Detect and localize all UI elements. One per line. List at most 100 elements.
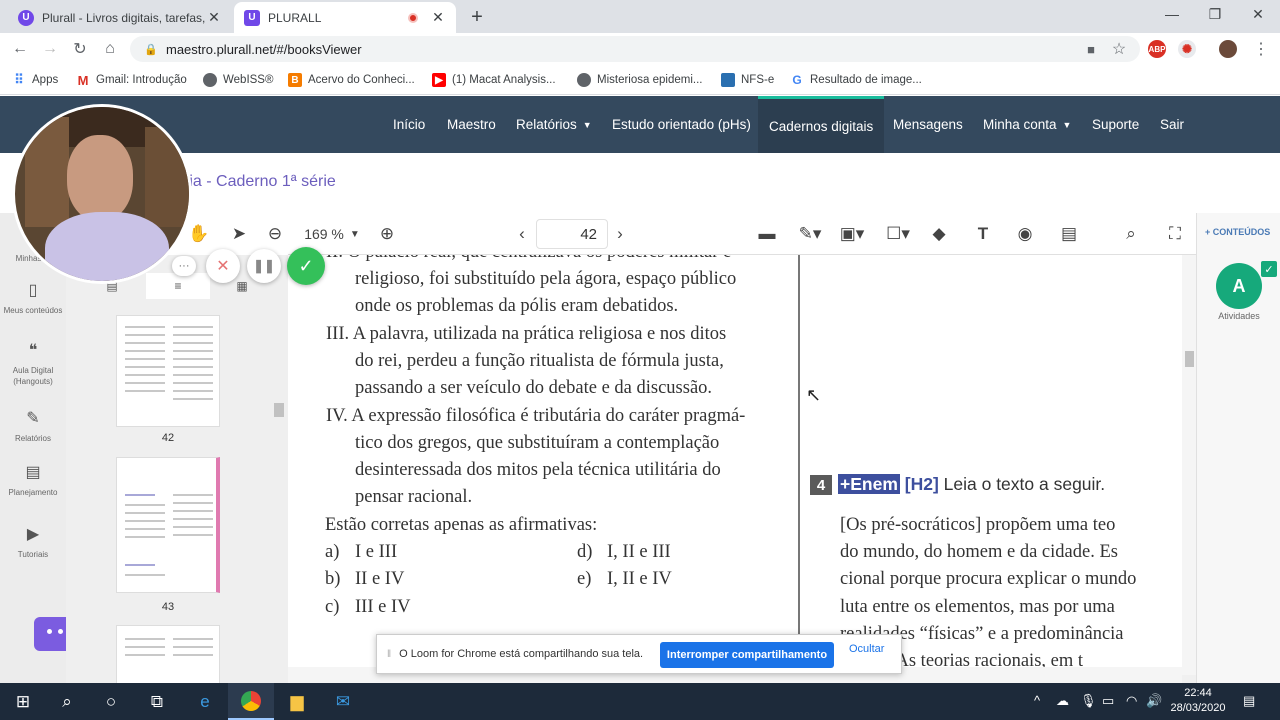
eraser-icon[interactable]: ◆: [928, 223, 950, 245]
previous-page-icon[interactable]: ‹: [512, 223, 532, 245]
more-options-icon[interactable]: ···: [172, 256, 196, 276]
atividades-button[interactable]: A: [1216, 263, 1262, 309]
sidebar-item-planejamento[interactable]: ▤ Planejamento: [0, 461, 66, 498]
text-tool-icon[interactable]: T: [972, 223, 994, 245]
close-tab-icon[interactable]: ✕: [430, 9, 446, 26]
bookmark-star-icon[interactable]: ☆: [1108, 38, 1130, 60]
nav-maestro[interactable]: Maestro: [447, 96, 496, 153]
scrollbar-thumb[interactable]: [1185, 351, 1194, 367]
page-thumbnail-number: 42: [161, 432, 175, 444]
bookmark-acervo[interactable]: B Acervo do Conheci...: [288, 71, 415, 89]
fullscreen-icon[interactable]: ⛶: [1164, 223, 1186, 245]
onedrive-icon[interactable]: ☁: [1056, 693, 1069, 709]
menu-dots-icon[interactable]: ⋮: [1250, 38, 1272, 60]
camera-icon[interactable]: ■: [1080, 38, 1102, 60]
windows-start-icon[interactable]: ⊞: [0, 683, 46, 720]
tray-chevron-icon[interactable]: ^: [1034, 693, 1040, 708]
bookmark-macat[interactable]: ▶ (1) Macat Analysis...: [432, 71, 556, 89]
pause-recording-button[interactable]: ❚❚: [247, 249, 281, 283]
home-icon[interactable]: ⌂: [99, 38, 121, 60]
nav-estudo-orientado[interactable]: Estudo orientado (pHs): [612, 96, 751, 153]
wifi-icon[interactable]: ◠: [1126, 693, 1137, 709]
minimize-window-button[interactable]: —: [1157, 4, 1187, 24]
sidebar-item-label: Meus conteúdos: [3, 306, 63, 315]
webcam-bubble[interactable]: [12, 104, 192, 284]
adblock-icon[interactable]: ABP: [1148, 40, 1166, 58]
pen-tool-icon[interactable]: ✎▾: [794, 223, 826, 245]
volume-icon[interactable]: 🔊: [1146, 693, 1162, 709]
zoom-out-icon[interactable]: ⊖: [264, 223, 286, 245]
bookmark-misteriosa[interactable]: Misteriosa epidemi...: [577, 71, 702, 89]
bookmark-webiss[interactable]: WebISS®: [203, 71, 273, 89]
new-tab-button[interactable]: +: [466, 6, 488, 28]
chrome-icon[interactable]: [228, 683, 274, 720]
forward-arrow-icon[interactable]: →: [39, 38, 61, 60]
bookmark-apps[interactable]: ⠿ Apps: [12, 71, 58, 89]
nav-inicio[interactable]: Início: [393, 96, 425, 153]
notes-icon[interactable]: ▤: [1058, 223, 1080, 245]
sidebar-item-relatorios[interactable]: ✎ Relatórios: [0, 407, 66, 444]
eye-icon[interactable]: ◉: [1014, 223, 1036, 245]
finish-recording-button[interactable]: ✓: [287, 247, 325, 285]
select-pointer-icon[interactable]: ➤: [228, 223, 250, 245]
microphone-icon[interactable]: 🎙: [1080, 693, 1097, 709]
cortana-icon[interactable]: ○: [88, 683, 134, 720]
nav-mensagens[interactable]: Mensagens: [893, 96, 963, 153]
edge-icon[interactable]: e: [182, 683, 228, 720]
browser-tab-plurall[interactable]: U PLURALL ✕: [234, 2, 456, 33]
shape-tool-icon[interactable]: ☐▾: [882, 223, 914, 245]
bookmark-nfse[interactable]: NFS-e: [721, 71, 774, 89]
sidebar-item-label: Aula Digital (Hangouts): [12, 366, 54, 386]
task-view-icon[interactable]: ⧉: [134, 683, 180, 720]
drag-handle-icon[interactable]: ‖: [387, 649, 391, 660]
search-icon[interactable]: ⌕: [44, 683, 90, 720]
zoom-level-select[interactable]: 169 % ▼: [300, 223, 364, 245]
stop-sharing-button[interactable]: Interromper compartilhamento: [660, 642, 834, 668]
search-icon[interactable]: ⌕: [1120, 223, 1142, 245]
question-instruction: Leia o texto a seguir.: [943, 474, 1106, 494]
hide-banner-button[interactable]: Ocultar: [849, 643, 884, 655]
maximize-window-button[interactable]: ❐: [1200, 4, 1230, 24]
bookmark-gmail[interactable]: M Gmail: Introdução: [76, 71, 187, 89]
reload-icon[interactable]: ↻: [69, 38, 91, 60]
sidebar-item-aula-digital[interactable]: ❝ Aula Digital (Hangouts): [0, 339, 66, 387]
nav-suporte[interactable]: Suporte: [1092, 96, 1139, 153]
system-clock[interactable]: 22:44 28/03/2020: [1166, 686, 1230, 716]
zoom-in-icon[interactable]: ⊕: [376, 223, 398, 245]
notifications-icon[interactable]: ▤: [1243, 693, 1255, 709]
mail-icon[interactable]: ✉: [320, 683, 366, 720]
nav-minha-conta[interactable]: Minha conta ▼: [983, 96, 1071, 153]
cancel-recording-button[interactable]: ✕: [206, 249, 240, 283]
profile-avatar[interactable]: [1219, 40, 1237, 58]
text-box-tool-icon[interactable]: ▣▾: [836, 223, 868, 245]
sidebar-item-tutoriais[interactable]: ▶ Tutoriais: [0, 523, 66, 560]
comment-icon[interactable]: ▬: [756, 223, 778, 245]
nav-relatorios[interactable]: Relatórios ▼: [516, 96, 592, 153]
sidebar-item-meus-conteudos[interactable]: ▯ Meus conteúdos: [0, 279, 66, 316]
option-text: III e IV: [355, 597, 411, 617]
page-thumbnail-42[interactable]: [116, 315, 220, 427]
close-window-button[interactable]: ✕: [1243, 4, 1273, 24]
text-line: tico dos gregos, que substituíram a cont…: [355, 433, 720, 453]
nav-cadernos-digitais[interactable]: Cadernos digitais: [758, 96, 885, 153]
thumbnails-scrollbar[interactable]: [274, 403, 284, 417]
loom-extension-icon[interactable]: ✺: [1178, 40, 1196, 58]
address-bar[interactable]: 🔒 maestro.plurall.net/#/booksViewer: [130, 36, 1140, 62]
browser-tab-plurall-books[interactable]: U Plurall - Livros digitais, tarefas, tu…: [8, 2, 232, 33]
vertical-scrollbar[interactable]: [1182, 255, 1196, 675]
close-tab-icon[interactable]: ✕: [206, 9, 222, 26]
apps-grid-icon: ⠿: [14, 72, 24, 87]
bookmark-google-images[interactable]: G Resultado de image...: [790, 71, 922, 89]
conteudos-button[interactable]: + CONTEÚDOS: [1205, 227, 1270, 237]
option-letter: c): [325, 597, 340, 617]
back-arrow-icon[interactable]: ←: [9, 38, 31, 60]
text-line: desinteressada dos mitos pela técnica ut…: [355, 460, 721, 480]
page-number-input[interactable]: 42: [536, 219, 608, 249]
file-explorer-icon[interactable]: ▆: [274, 683, 320, 720]
nav-sair[interactable]: Sair: [1160, 96, 1184, 153]
battery-icon[interactable]: ▭: [1102, 693, 1114, 709]
pan-hand-icon[interactable]: ✋: [188, 223, 210, 245]
next-page-icon[interactable]: ›: [610, 223, 630, 245]
page-thumbnail-43[interactable]: [116, 457, 220, 593]
report-icon: ✎: [26, 409, 40, 427]
